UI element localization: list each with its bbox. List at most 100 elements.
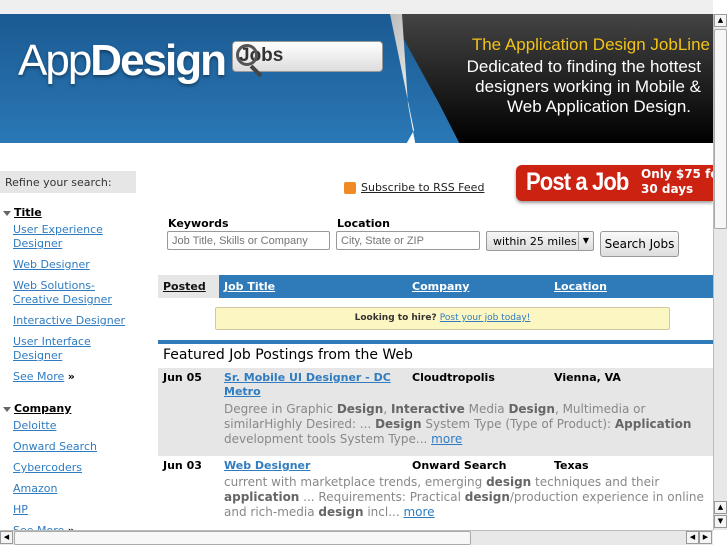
snippet-fragment: incl... — [363, 505, 404, 519]
scroll-left-icon[interactable]: ◀ — [0, 531, 13, 544]
job-title-link[interactable]: Web Designer — [224, 459, 394, 473]
keywords-label: Keywords — [168, 217, 229, 230]
snippet-highlight: Design — [508, 402, 555, 416]
job-location: Texas — [554, 459, 589, 472]
featured-divider — [158, 340, 713, 344]
radius-select[interactable]: within 25 miles ▼ — [486, 231, 594, 251]
snippet-highlight: Design — [336, 402, 384, 416]
facet-list-company: Deloitte Onward Search Cybercoders Amazo… — [13, 419, 133, 538]
job-row: Jun 03 Web Designer Onward Search Texas … — [158, 456, 713, 530]
scroll-thumb[interactable] — [14, 531, 471, 545]
job-company: Cloudtropolis — [412, 371, 495, 384]
facet-heading-label: Company — [14, 402, 72, 415]
snippet-fragment: development tools System Type... — [224, 432, 432, 446]
job-location: Vienna, VA — [554, 371, 621, 384]
facet-item[interactable]: Web Solutions-Creative Designer — [13, 279, 133, 307]
logo-light-text: App — [18, 36, 92, 85]
tagline-line: Web Application Design. — [507, 97, 691, 116]
facet-item[interactable]: Amazon — [13, 482, 133, 496]
snippet-fragment: techniques and their — [531, 475, 660, 489]
post-job-link[interactable]: Post your job today! — [440, 313, 531, 323]
post-job-price-line: Only $75 fo — [641, 167, 719, 181]
job-row: Jun 05 Sr. Mobile UI Designer - DC Metro… — [158, 368, 713, 456]
featured-heading: Featured Job Postings from the Web — [163, 347, 413, 363]
scroll-down-icon[interactable]: ▼ — [714, 515, 727, 528]
job-snippet: current with marketplace trends, emergin… — [224, 475, 719, 520]
rss-link[interactable]: Subscribe to RSS Feed — [361, 181, 484, 194]
logo-bold-text: Design — [90, 36, 227, 85]
job-date: Jun 05 — [163, 371, 202, 384]
more-link[interactable]: more — [431, 432, 462, 446]
facet-item[interactable]: Web Designer — [13, 258, 133, 272]
scroll-right-icon[interactable]: ▶ — [699, 531, 712, 544]
radius-value: within 25 miles — [493, 235, 577, 248]
post-job-duration-line: 30 days — [641, 182, 694, 196]
sort-posted-link[interactable]: Posted — [163, 280, 206, 293]
facet-item[interactable]: User Experience Designer — [13, 223, 133, 251]
facet-heading-company[interactable]: Company — [3, 402, 71, 415]
hire-banner: Looking to hire? Post your job today! — [215, 307, 670, 330]
triangle-down-icon — [3, 406, 11, 412]
more-link[interactable]: more — [403, 505, 434, 519]
site-logo[interactable]: AppDesign — [18, 36, 227, 86]
facet-list-title: User Experience Designer Web Designer We… — [13, 223, 133, 384]
see-more-link[interactable]: See More — [13, 370, 64, 383]
rss-icon — [344, 182, 356, 194]
sort-location-link[interactable]: Location — [554, 280, 607, 293]
double-chevron-icon: » — [67, 370, 75, 383]
snippet-highlight: design — [464, 490, 510, 504]
results-table-header: Posted Job Title Company Location — [158, 275, 713, 298]
snippet-fragment: , — [383, 402, 391, 416]
column-posted: Posted — [158, 275, 219, 298]
see-more-title: See More » — [13, 370, 75, 383]
triangle-down-icon — [3, 210, 11, 216]
facet-item[interactable]: Interactive Designer — [13, 314, 133, 328]
facet-item[interactable]: Onward Search — [13, 440, 133, 454]
refine-label: Refine your search: — [0, 171, 136, 193]
snippet-highlight: Application — [614, 417, 692, 431]
horizontal-scrollbar[interactable]: ◀ ◀ ▶ — [0, 530, 713, 545]
job-title-link[interactable]: Sr. Mobile UI Designer - DC Metro — [224, 371, 394, 399]
hire-text: Looking to hire? — [354, 313, 437, 323]
header-banner: AppDesign Jobs The Application Design Jo… — [0, 14, 713, 143]
job-date: Jun 03 — [163, 459, 202, 472]
search-jobs-button[interactable]: Search Jobs — [600, 231, 679, 257]
tagline-line: Dedicated to finding the hottest — [466, 57, 701, 76]
snippet-highlight: application — [224, 490, 300, 504]
job-snippet: Degree in Graphic Design, Interactive Me… — [224, 402, 713, 447]
scroll-left-icon[interactable]: ◀ — [686, 531, 699, 544]
snippet-highlight: design — [318, 505, 364, 519]
scroll-up-icon[interactable]: ▲ — [714, 14, 727, 27]
scroll-up-icon[interactable]: ▲ — [714, 501, 727, 514]
location-input[interactable] — [336, 231, 480, 250]
snippet-fragment: System Type (Type of Product): — [421, 417, 615, 431]
snippet-highlight: Design — [375, 417, 422, 431]
location-label: Location — [337, 217, 390, 230]
job-company: Onward Search — [412, 459, 507, 472]
top-strip — [0, 0, 713, 14]
facet-item[interactable]: HP — [13, 503, 133, 517]
facet-item[interactable]: User Interface Designer — [13, 335, 133, 363]
snippet-fragment: Degree in Graphic — [224, 402, 337, 416]
snippet-highlight: Interactive — [390, 402, 465, 416]
post-job-label: Post a Job — [526, 168, 629, 196]
tagline-title: The Application Design JobLine — [471, 35, 710, 54]
scroll-thumb[interactable] — [714, 29, 727, 229]
chevron-down-icon: ▼ — [578, 232, 593, 250]
facet-item[interactable]: Deloitte — [13, 419, 133, 433]
snippet-fragment: ... Requirements: Practical — [299, 490, 465, 504]
post-job-button[interactable]: Post a Job Only $75 fo 30 days — [516, 165, 719, 201]
vertical-scrollbar[interactable]: ▲ ▲ ▼ — [713, 14, 727, 530]
job-snippet-text: current with marketplace trends, emergin… — [224, 475, 704, 519]
sort-job-title-link[interactable]: Job Title — [224, 280, 275, 293]
snippet-fragment: current with marketplace trends, emergin… — [224, 475, 487, 489]
sort-company-link[interactable]: Company — [412, 280, 469, 293]
keywords-input[interactable] — [167, 231, 330, 250]
facet-heading-label: Title — [14, 206, 42, 219]
post-job-price: Only $75 fo 30 days — [641, 167, 719, 197]
facet-heading-title[interactable]: Title — [3, 206, 42, 219]
tagline-line: designers working in Mobile & — [475, 77, 701, 96]
magnifier-icon — [236, 44, 258, 66]
facet-item[interactable]: Cybercoders — [13, 461, 133, 475]
snippet-fragment: Media — [464, 402, 509, 416]
